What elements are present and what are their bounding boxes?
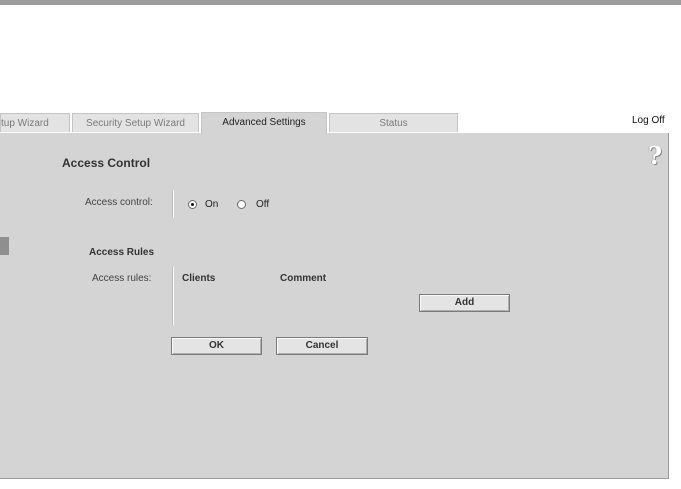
log-off-link[interactable]: Log Off bbox=[632, 115, 665, 126]
access-control-on-label[interactable]: On bbox=[205, 199, 218, 210]
access-control-label: Access control: bbox=[85, 197, 153, 208]
page-title: Access Control bbox=[62, 156, 151, 170]
access-rules-label: Access rules: bbox=[92, 273, 152, 284]
ok-button[interactable]: OK bbox=[171, 337, 262, 355]
field-separator bbox=[172, 267, 174, 325]
column-header-comment: Comment bbox=[280, 273, 327, 284]
access-control-off-radio[interactable] bbox=[237, 200, 246, 209]
cancel-button[interactable]: Cancel bbox=[276, 337, 368, 355]
tab-status[interactable]: Status bbox=[329, 113, 458, 132]
settings-panel bbox=[0, 133, 669, 479]
help-icon[interactable]: ? bbox=[648, 143, 662, 169]
tab-advanced-settings[interactable]: Advanced Settings bbox=[201, 112, 327, 133]
access-control-on-radio[interactable] bbox=[188, 200, 197, 209]
add-rule-button[interactable]: Add bbox=[419, 294, 510, 312]
field-separator bbox=[172, 190, 174, 218]
top-divider-bar bbox=[0, 0, 681, 5]
tab-setup-wizard[interactable]: tup Wizard bbox=[0, 113, 70, 132]
tab-security-setup-wizard[interactable]: Security Setup Wizard bbox=[72, 113, 199, 132]
access-rules-heading: Access Rules bbox=[89, 247, 155, 258]
access-control-off-label[interactable]: Off bbox=[256, 199, 269, 210]
sidebar-marker bbox=[0, 237, 9, 255]
column-header-clients: Clients bbox=[182, 273, 216, 284]
